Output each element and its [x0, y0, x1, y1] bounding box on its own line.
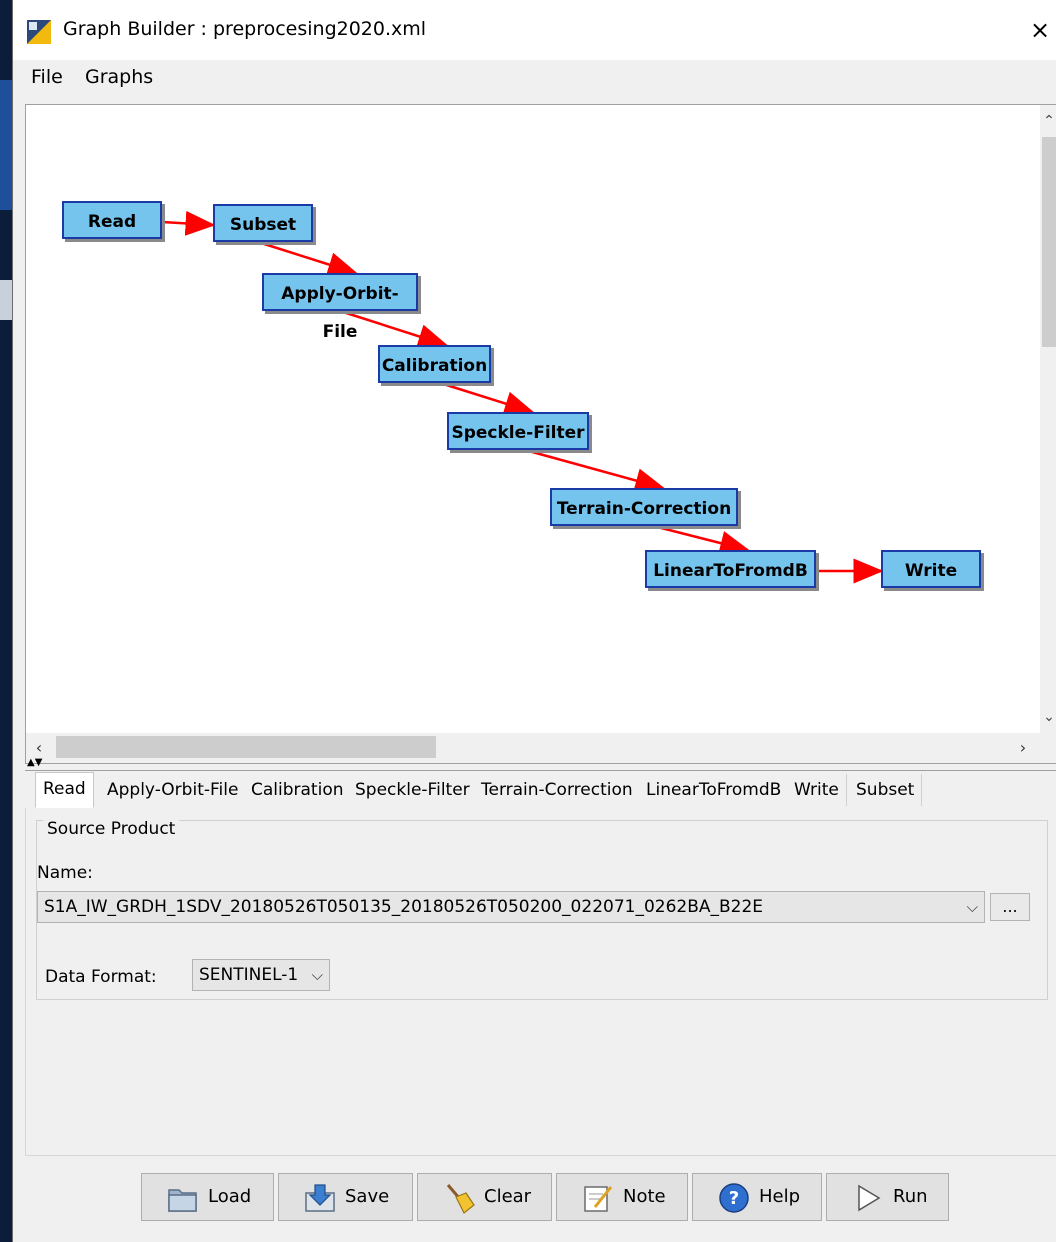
node-read[interactable]: Read: [62, 201, 162, 239]
play-icon: [858, 1184, 881, 1212]
browse-button[interactable]: ...: [990, 893, 1030, 921]
clear-button[interactable]: Clear: [417, 1173, 552, 1221]
data-format-label: Data Format:: [45, 967, 157, 987]
tab-terrain-correction[interactable]: Terrain-Correction: [474, 774, 641, 806]
load-button[interactable]: Load: [141, 1173, 274, 1221]
title-bar: Graph Builder : preprocesing2020.xml ×: [13, 0, 1056, 60]
save-label: Save: [345, 1186, 390, 1207]
window-title: Graph Builder : preprocesing2020.xml: [63, 18, 427, 40]
operator-tab-bar: Read Apply-Orbit-File Calibration Speckl…: [25, 772, 1056, 809]
node-speckle-filter[interactable]: Speckle-Filter: [447, 412, 589, 450]
button-bar: Load Save Clear Note ? Help Run: [13, 1160, 1056, 1242]
node-terrain-correction[interactable]: Terrain-Correction: [550, 488, 738, 526]
source-product-value: S1A_IW_GRDH_1SDV_20180526T050135_2018052…: [44, 897, 764, 917]
svg-text:?: ?: [729, 1188, 739, 1209]
horizontal-scroll-thumb[interactable]: [56, 736, 436, 758]
help-button[interactable]: ? Help: [692, 1173, 822, 1221]
run-label: Run: [893, 1186, 928, 1207]
help-label: Help: [759, 1186, 801, 1207]
scroll-right-icon[interactable]: ›: [1010, 733, 1036, 763]
tab-calibration[interactable]: Calibration: [244, 774, 352, 806]
snap-app-icon: [27, 20, 51, 44]
tab-read[interactable]: Read: [35, 772, 94, 808]
menu-file[interactable]: File: [27, 66, 67, 88]
scroll-down-icon[interactable]: ⌄: [1040, 705, 1056, 729]
node-lineartofromdb[interactable]: LinearToFromdB: [645, 550, 816, 588]
read-operator-panel: Source Product Name: S1A_IW_GRDH_1SDV_20…: [25, 808, 1056, 1156]
load-label: Load: [208, 1186, 252, 1207]
chevron-down-icon: ⌵: [311, 966, 323, 984]
tab-speckle-filter[interactable]: Speckle-Filter: [348, 774, 478, 806]
desktop-background-strip: [0, 0, 12, 1242]
source-product-title: Source Product: [43, 819, 180, 839]
node-subset[interactable]: Subset: [213, 204, 313, 242]
folder-icon: [168, 1189, 197, 1212]
desktop-element: [0, 280, 12, 320]
chevron-down-icon: ⌵: [966, 898, 978, 916]
run-button[interactable]: Run: [826, 1173, 949, 1221]
source-product-select[interactable]: S1A_IW_GRDH_1SDV_20180526T050135_2018052…: [37, 891, 985, 923]
name-label: Name:: [37, 863, 93, 883]
node-apply-orbit-file[interactable]: Apply-Orbit-File: [262, 273, 418, 342]
edge-subset-to-orbit: [257, 240, 358, 277]
menu-graphs[interactable]: Graphs: [81, 66, 157, 88]
help-icon: ?: [719, 1183, 749, 1213]
tab-lineartofromdb[interactable]: LinearToFromdB: [639, 774, 790, 806]
source-product-group: Source Product Name: S1A_IW_GRDH_1SDV_20…: [36, 819, 1048, 1000]
edge-speckle-to-terrain: [524, 448, 666, 493]
note-label: Note: [623, 1186, 666, 1207]
edge-terrain-to-lindb: [653, 524, 751, 556]
scroll-corner: [1040, 733, 1056, 763]
scroll-up-icon[interactable]: ⌃: [1040, 109, 1056, 133]
save-button[interactable]: Save: [278, 1173, 413, 1221]
graph-canvas-panel: Read Subset Apply-Orbit-File Calibration…: [25, 104, 1056, 764]
split-pane-divider[interactable]: [25, 764, 1056, 771]
note-button[interactable]: Note: [556, 1173, 688, 1221]
edge-read-to-subset: [161, 210, 216, 236]
data-format-value: SENTINEL-1: [199, 965, 299, 985]
save-icon: [305, 1184, 335, 1212]
edge-calib-to-speckle: [439, 381, 535, 416]
data-format-select[interactable]: SENTINEL-1 ⌵: [192, 959, 330, 991]
close-button[interactable]: ×: [1023, 10, 1056, 50]
horizontal-scrollbar[interactable]: ‹ ›: [26, 733, 1040, 763]
vertical-scroll-thumb[interactable]: [1042, 137, 1056, 347]
splitter-arrows-icon[interactable]: ▲▼: [27, 758, 42, 768]
node-calibration[interactable]: Calibration: [378, 345, 491, 383]
note-icon: [584, 1186, 613, 1212]
clear-label: Clear: [484, 1186, 532, 1207]
tab-subset[interactable]: Subset: [849, 774, 923, 806]
graph-canvas[interactable]: Read Subset Apply-Orbit-File Calibration…: [26, 105, 1040, 733]
tab-write[interactable]: Write: [787, 774, 847, 806]
desktop-element: [0, 80, 12, 210]
graph-builder-window: Graph Builder : preprocesing2020.xml × F…: [12, 0, 1056, 1242]
menu-bar: File Graphs: [13, 60, 1056, 94]
broom-icon: [446, 1184, 475, 1214]
node-write[interactable]: Write: [881, 550, 981, 588]
tab-apply-orbit-file[interactable]: Apply-Orbit-File: [100, 774, 247, 806]
vertical-scrollbar[interactable]: ⌃ ⌄: [1040, 105, 1056, 733]
